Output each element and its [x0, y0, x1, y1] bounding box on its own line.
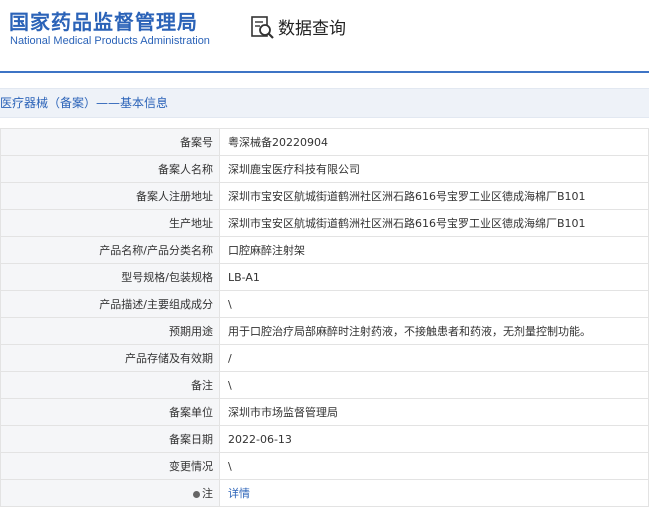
- row-label-text: 产品存储及有效期: [125, 352, 213, 365]
- row-label: 产品存储及有效期: [0, 344, 220, 372]
- table-row: 生产地址 深圳市宝安区航城街道鹤洲社区洲石路616号宝罗工业区德成海绵厂B101: [0, 209, 649, 237]
- row-label-text: 型号规格/包装规格: [121, 271, 213, 284]
- table-row: 备案单位 深圳市市场监督管理局: [0, 398, 649, 426]
- row-value: /: [219, 344, 649, 372]
- row-label-text: 预期用途: [169, 325, 213, 338]
- row-label-text: 备案单位: [169, 406, 213, 419]
- row-label: 产品描述/主要组成成分: [0, 290, 220, 318]
- table-row: 备案日期 2022-06-13: [0, 425, 649, 453]
- row-value: 详情: [219, 479, 649, 507]
- row-label: 产品名称/产品分类名称: [0, 236, 220, 264]
- row-label: 预期用途: [0, 317, 220, 345]
- logo-title-cn[interactable]: 国家药品监督管理局: [9, 6, 198, 35]
- table-row: 型号规格/包装规格 LB-A1: [0, 263, 649, 291]
- row-label: 备案日期: [0, 425, 220, 453]
- row-value-text: 口腔麻醉注射架: [228, 244, 305, 257]
- row-label: 备案单位: [0, 398, 220, 426]
- row-label: 备注: [0, 371, 220, 399]
- table-row: 备案人名称 深圳鹿宝医疗科技有限公司: [0, 155, 649, 183]
- row-label-text: 产品描述/主要组成成分: [99, 298, 213, 311]
- row-value: 深圳市市场监督管理局: [219, 398, 649, 426]
- row-value-text: \: [228, 297, 232, 311]
- table-row: 产品名称/产品分类名称 口腔麻醉注射架: [0, 236, 649, 264]
- row-label-text: 变更情况: [169, 460, 213, 473]
- row-label: 型号规格/包装规格: [0, 263, 220, 291]
- table-row: 变更情况 \: [0, 452, 649, 480]
- row-value-text: \: [228, 459, 232, 473]
- row-value: 用于口腔治疗局部麻醉时注射药液，不接触患者和药液，无剂量控制功能。: [219, 317, 649, 345]
- header-divider: [0, 71, 649, 73]
- row-label: 注: [0, 479, 220, 507]
- page-title: 数据查询: [278, 19, 346, 39]
- search-document-icon: [251, 16, 274, 39]
- row-value-text: 深圳市市场监督管理局: [228, 406, 338, 419]
- row-value-text: 深圳鹿宝医疗科技有限公司: [228, 163, 360, 176]
- row-label-text: 备案人名称: [158, 163, 213, 176]
- row-value-text: 深圳市宝安区航城街道鹤洲社区洲石路616号宝罗工业区德成海绵厂B101: [228, 217, 586, 230]
- row-value: LB-A1: [219, 263, 649, 291]
- row-value: \: [219, 371, 649, 399]
- row-label: 备案人名称: [0, 155, 220, 183]
- row-label-text: 备案人注册地址: [136, 190, 213, 203]
- details-link[interactable]: 详情: [228, 487, 250, 500]
- site-header: 国家药品监督管理局 National Medical Products Admi…: [0, 0, 649, 73]
- section-title: 医疗器械（备案）——基本信息: [0, 88, 649, 118]
- row-value: \: [219, 452, 649, 480]
- row-value: 粤深械备20220904: [219, 128, 649, 156]
- row-label: 变更情况: [0, 452, 220, 480]
- row-value-text: 用于口腔治疗局部麻醉时注射药液，不接触患者和药液，无剂量控制功能。: [228, 325, 591, 338]
- table-row: 产品存储及有效期 /: [0, 344, 649, 372]
- table-row: 预期用途 用于口腔治疗局部麻醉时注射药液，不接触患者和药液，无剂量控制功能。: [0, 317, 649, 345]
- logo-title-en[interactable]: National Medical Products Administration: [10, 35, 210, 47]
- row-value-text: 2022-06-13: [228, 432, 292, 446]
- row-label: 生产地址: [0, 209, 220, 237]
- row-value: 深圳市宝安区航城街道鹤洲社区洲石路616号宝罗工业区德成海绵厂B101: [219, 209, 649, 237]
- row-label-text: 备案号: [180, 136, 213, 149]
- row-value-text: 粤深械备20220904: [228, 136, 328, 149]
- row-value: 口腔麻醉注射架: [219, 236, 649, 264]
- row-label-text: 注: [202, 487, 213, 500]
- row-label-text: 产品名称/产品分类名称: [99, 244, 213, 257]
- row-label-text: 备案日期: [169, 433, 213, 446]
- pin-icon: [193, 491, 200, 498]
- info-table: 备案号 粤深械备20220904 备案人名称 深圳鹿宝医疗科技有限公司 备案人注册地址深…: [0, 128, 649, 507]
- row-value: \: [219, 290, 649, 318]
- row-label: 备案人注册地址: [0, 182, 220, 210]
- table-row: 备注 \: [0, 371, 649, 399]
- table-row: 产品描述/主要组成成分 \: [0, 290, 649, 318]
- table-row: 注 详情: [0, 479, 649, 507]
- row-label-text: 备注: [191, 379, 213, 392]
- row-label: 备案号: [0, 128, 220, 156]
- row-value: 2022-06-13: [219, 425, 649, 453]
- table-row: 备案号 粤深械备20220904: [0, 128, 649, 156]
- row-value: 深圳市宝安区航城街道鹤洲社区洲石路616号宝罗工业区德成海棉厂B101: [219, 182, 649, 210]
- row-value-text: /: [228, 351, 232, 365]
- row-value: 深圳鹿宝医疗科技有限公司: [219, 155, 649, 183]
- row-value-text: 深圳市宝安区航城街道鹤洲社区洲石路616号宝罗工业区德成海棉厂B101: [228, 190, 586, 203]
- row-value-text: LB-A1: [228, 270, 260, 284]
- row-label-text: 生产地址: [169, 217, 213, 230]
- row-value-text: \: [228, 378, 232, 392]
- table-row: 备案人注册地址 深圳市宝安区航城街道鹤洲社区洲石路616号宝罗工业区德成海棉厂B1…: [0, 182, 649, 210]
